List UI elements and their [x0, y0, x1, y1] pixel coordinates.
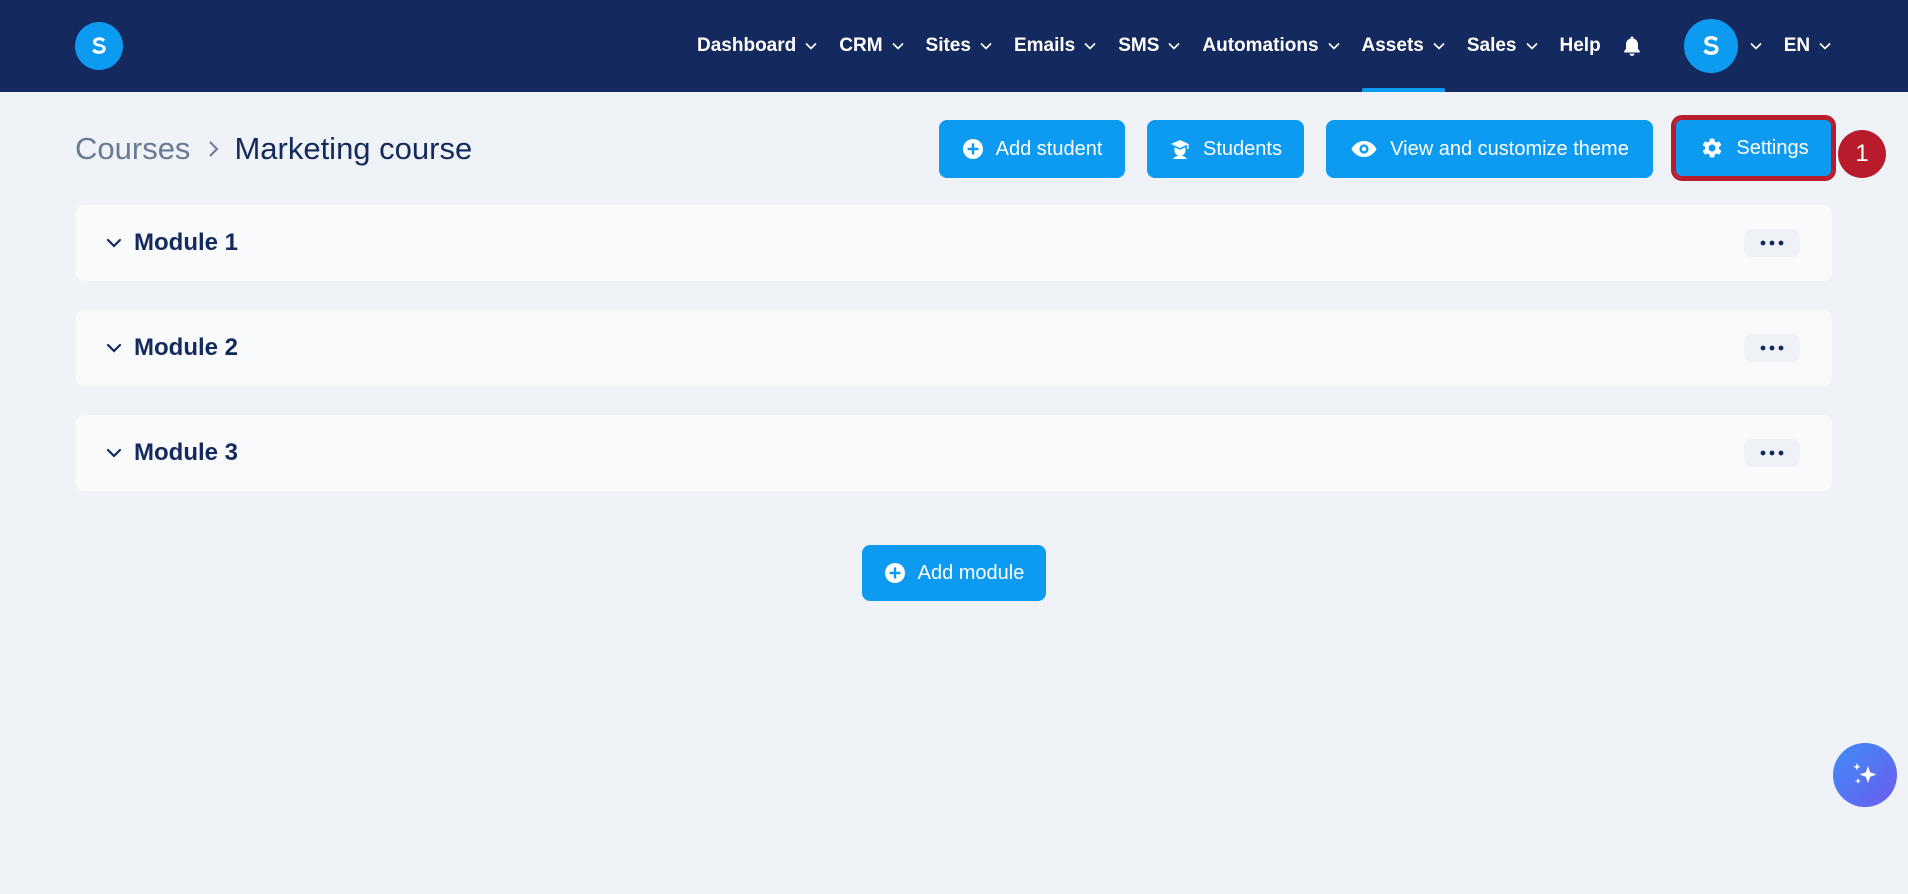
- add-module-button[interactable]: Add module: [862, 545, 1046, 601]
- nav-item-crm[interactable]: CRM: [828, 0, 914, 92]
- main-nav: Dashboard CRM Sites Emails SMS Automatio…: [686, 0, 1842, 92]
- sparkles-icon: [1853, 763, 1877, 784]
- notifications-button[interactable]: [1612, 0, 1658, 92]
- nav-item-label: Sales: [1466, 35, 1517, 56]
- avatar: [1683, 19, 1738, 73]
- ai-assistant-button[interactable]: [1833, 743, 1897, 807]
- module-row: Module 1: [76, 205, 1832, 281]
- nav-item-label: Help: [1559, 35, 1601, 56]
- nav-item-sites[interactable]: Sites: [915, 0, 1003, 92]
- user-menu[interactable]: [1658, 19, 1773, 73]
- graduation-student-icon: [1171, 140, 1189, 159]
- nav-item-dashboard[interactable]: Dashboard: [686, 0, 828, 92]
- settings-label: Settings: [1736, 136, 1809, 159]
- chevron-down-icon: [891, 42, 904, 50]
- module-row: Module 2: [76, 310, 1832, 386]
- chevron-down-icon[interactable]: [106, 343, 122, 353]
- module-title: Module 2: [134, 334, 239, 361]
- chevron-down-icon: [1819, 42, 1831, 50]
- chevron-right-icon: [209, 141, 219, 157]
- module-more-options-button[interactable]: [1744, 229, 1800, 257]
- page-title: Marketing course: [234, 131, 473, 166]
- view-theme-label: View and customize theme: [1390, 137, 1629, 160]
- nav-item-label: Assets: [1361, 35, 1424, 56]
- nav-item-assets[interactable]: Assets: [1351, 0, 1456, 92]
- nav-item-label: Automations: [1202, 35, 1319, 56]
- chevron-down-icon: [1433, 42, 1445, 50]
- gear-icon: [1703, 138, 1722, 158]
- nav-item-label: Emails: [1013, 35, 1076, 56]
- plus-circle-icon: [962, 139, 983, 159]
- view-customize-theme-button[interactable]: View and customize theme: [1326, 120, 1653, 178]
- more-dots-icon: [1760, 450, 1784, 456]
- chevron-down-icon: [1084, 42, 1096, 50]
- nav-item-sms[interactable]: SMS: [1107, 0, 1191, 92]
- breadcrumb: Courses Marketing course: [75, 128, 472, 170]
- more-dots-icon: [1760, 345, 1784, 351]
- chevron-down-icon: [1327, 42, 1340, 50]
- students-button[interactable]: Students: [1147, 120, 1304, 178]
- module-more-options-button[interactable]: [1744, 439, 1800, 467]
- chevron-down-icon: [980, 42, 992, 50]
- nav-item-automations[interactable]: Automations: [1191, 0, 1350, 92]
- chevron-down-icon: [805, 42, 817, 50]
- add-student-label: Add student: [995, 137, 1103, 160]
- add-student-button[interactable]: Add student: [939, 120, 1125, 178]
- step-annotation-badge: 1: [1838, 130, 1886, 178]
- chevron-down-icon[interactable]: [106, 238, 122, 248]
- app-logo[interactable]: [75, 22, 123, 70]
- chevron-down-icon: [1750, 42, 1762, 50]
- nav-item-label: Sites: [925, 35, 971, 56]
- nav-item-help[interactable]: Help: [1549, 0, 1612, 92]
- chevron-down-icon[interactable]: [106, 448, 122, 458]
- nav-item-label: SMS: [1118, 35, 1160, 56]
- students-label: Students: [1203, 137, 1282, 160]
- logo-s-icon: [92, 37, 106, 54]
- language-selector[interactable]: EN: [1773, 0, 1842, 92]
- nav-item-label: Dashboard: [697, 35, 797, 56]
- nav-item-label: CRM: [839, 35, 883, 56]
- bell-icon: [1623, 36, 1640, 56]
- settings-button[interactable]: Settings: [1671, 115, 1836, 181]
- language-label: EN: [1783, 35, 1811, 56]
- module-more-options-button[interactable]: [1744, 334, 1800, 362]
- breadcrumb-courses-link[interactable]: Courses: [75, 131, 190, 167]
- add-module-label: Add module: [917, 561, 1025, 584]
- chevron-down-icon: [1168, 42, 1180, 50]
- module-row: Module 3: [76, 415, 1832, 491]
- eye-icon: [1351, 141, 1377, 157]
- nav-item-sales[interactable]: Sales: [1456, 0, 1549, 92]
- nav-item-emails[interactable]: Emails: [1003, 0, 1107, 92]
- more-dots-icon: [1760, 240, 1784, 246]
- plus-circle-icon: [884, 563, 905, 583]
- chevron-down-icon: [1525, 42, 1538, 50]
- module-title: Module 1: [134, 229, 239, 256]
- module-title: Module 3: [134, 439, 239, 466]
- avatar-s-icon: [1702, 36, 1719, 55]
- top-navigation-bar: Dashboard CRM Sites Emails SMS Automatio…: [0, 0, 1908, 92]
